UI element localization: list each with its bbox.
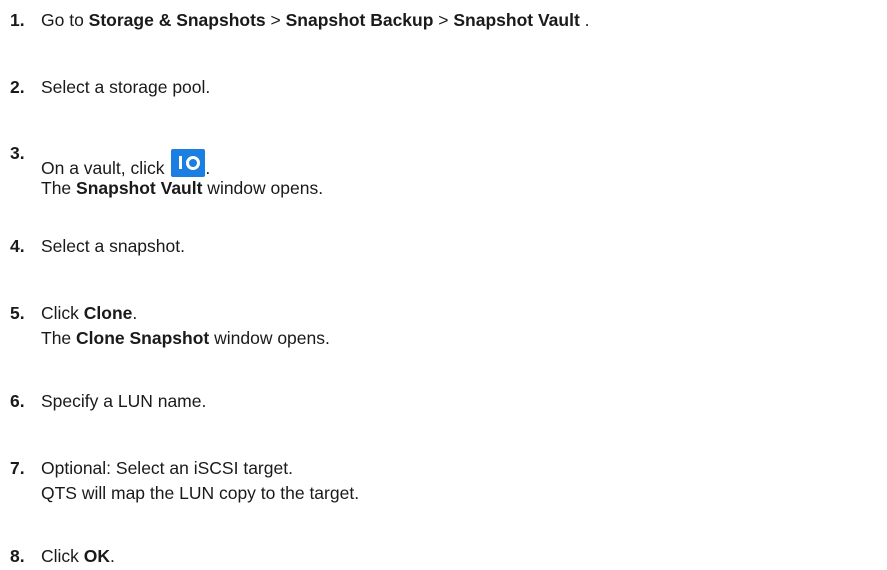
step-text-line: Optional: Select an iSCSI target. [41, 454, 293, 482]
step-text-line: The Clone Snapshot window opens. [41, 324, 330, 352]
step-text: window opens. [209, 328, 330, 348]
step-text-line: Go to Storage & Snapshots > Snapshot Bac… [41, 6, 590, 34]
step-number: 3. [10, 143, 25, 163]
step-text-line: The Snapshot Vault window opens. [41, 174, 323, 202]
emphasized-term: Clone [83, 303, 133, 323]
step-text: Go to [41, 10, 89, 30]
step-text: > [265, 10, 286, 30]
emphasized-term: Snapshot Vault [76, 178, 203, 198]
step-number: 8. [10, 546, 25, 566]
step-text-line: Select a snapshot. [41, 232, 185, 260]
step-number: 1. [10, 10, 25, 30]
step-text: Select a storage pool. [41, 77, 211, 97]
step-text: . [110, 546, 115, 566]
step-text-line: Click Clone. [41, 299, 137, 327]
step-text-line: QTS will map the LUN copy to the target. [41, 479, 359, 507]
step-text: Optional: Select an iSCSI target. [41, 458, 293, 478]
step-text-line: Select a storage pool. [41, 73, 210, 101]
step-number: 6. [10, 391, 25, 411]
step-number: 2. [10, 77, 25, 97]
step-text: . [132, 303, 138, 323]
emphasized-term: OK [83, 546, 111, 566]
emphasized-term: Clone Snapshot [76, 328, 210, 348]
step-text: Click [41, 303, 84, 323]
step-text-line: Click OK. [41, 542, 115, 570]
step-number: 5. [10, 303, 25, 323]
step-number: 7. [10, 458, 25, 478]
step-text: > [433, 10, 454, 30]
step-text: QTS will map the LUN copy to the target. [41, 483, 360, 503]
step-text: . [579, 10, 590, 30]
step-text: Specify a LUN name. [41, 391, 207, 411]
emphasized-term: Storage & Snapshots [88, 10, 266, 30]
step-text: window opens. [202, 178, 324, 198]
vault-snapshot-icon [171, 149, 206, 177]
step-text: Select a snapshot. [41, 236, 185, 256]
step-text-line: Specify a LUN name. [41, 387, 206, 415]
emphasized-term: Snapshot Backup [285, 10, 434, 30]
step-text: The [41, 178, 77, 198]
step-text: The [41, 328, 77, 348]
step-number: 4. [10, 236, 25, 256]
step-text: Click [41, 546, 84, 566]
emphasized-term: Snapshot Vault [453, 10, 580, 30]
